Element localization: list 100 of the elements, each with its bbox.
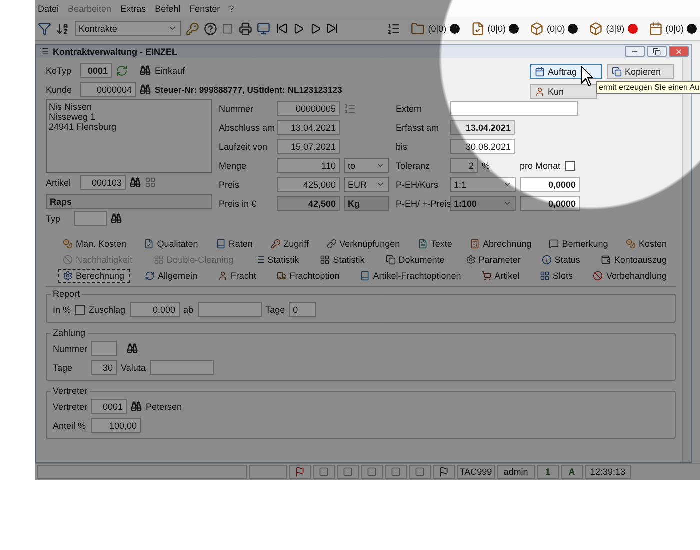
calendar-icon[interactable] xyxy=(648,22,663,36)
binoculars-icon[interactable] xyxy=(111,213,122,224)
tab[interactable]: Berechnung xyxy=(58,269,130,283)
wallet-icon[interactable] xyxy=(601,255,612,265)
person-icon[interactable] xyxy=(218,271,228,281)
tab[interactable]: Qualitäten xyxy=(139,237,204,251)
input-field[interactable]: 425,000 xyxy=(277,177,340,192)
coins-icon[interactable] xyxy=(626,239,636,249)
address-box[interactable]: Nis Nissen Nisseweg 1 24941 Flensburg xyxy=(46,99,212,173)
gear-icon[interactable] xyxy=(466,255,476,265)
menu-item[interactable]: Befehl xyxy=(155,4,181,14)
input-field[interactable]: 13.04.2021 xyxy=(277,120,340,135)
action-button[interactable]: Kun xyxy=(530,84,597,99)
menu-item[interactable]: Datei xyxy=(38,4,60,14)
prohibited-icon[interactable] xyxy=(593,271,604,281)
gear-icon[interactable] xyxy=(63,271,73,281)
calendar-icon[interactable] xyxy=(535,66,545,76)
screen-icon[interactable] xyxy=(257,22,271,36)
sort-icon[interactable] xyxy=(56,22,70,36)
input-field[interactable]: 42,500 xyxy=(277,196,340,211)
last-record-icon[interactable] xyxy=(326,22,339,35)
input-field[interactable]: 0 xyxy=(289,302,316,317)
binoculars-icon[interactable] xyxy=(131,401,142,412)
menu-item[interactable]: ? xyxy=(229,4,234,14)
binoculars-icon[interactable] xyxy=(127,343,138,354)
document-check-icon[interactable] xyxy=(144,239,154,249)
input-field[interactable]: 13.04.2021 xyxy=(450,120,515,135)
box-icon[interactable] xyxy=(530,22,544,36)
input-field[interactable]: 2 xyxy=(450,158,478,173)
tab[interactable]: Kosten xyxy=(620,237,672,251)
copy-icon[interactable] xyxy=(612,66,622,76)
tab[interactable]: Bemerkung xyxy=(544,237,614,251)
input-field[interactable]: 0001 xyxy=(91,399,127,414)
tab[interactable]: Statistik xyxy=(315,253,370,267)
grid-icon[interactable] xyxy=(145,177,156,188)
binoculars-icon[interactable] xyxy=(140,65,151,76)
input-field[interactable] xyxy=(74,211,107,226)
input-field[interactable]: 100,00 xyxy=(91,418,141,433)
person-icon[interactable] xyxy=(535,86,545,96)
tab[interactable]: Artikel xyxy=(476,269,525,283)
restore-button[interactable] xyxy=(647,46,667,57)
input-field[interactable] xyxy=(450,101,578,116)
input-field[interactable]: 000103 xyxy=(80,175,126,190)
tab[interactable]: Raten xyxy=(210,237,258,251)
tab[interactable]: Status xyxy=(536,253,586,267)
input-field[interactable] xyxy=(150,360,214,375)
input-field[interactable] xyxy=(198,302,262,317)
tab[interactable]: Slots xyxy=(535,269,578,283)
module-dropdown[interactable]: Kontrakte xyxy=(74,21,181,36)
folder-icon[interactable] xyxy=(411,22,426,36)
document-icon[interactable] xyxy=(418,239,428,249)
input-field[interactable]: 110 xyxy=(277,158,340,173)
link-icon[interactable] xyxy=(326,239,337,249)
input-field[interactable]: 15.07.2021 xyxy=(277,139,340,154)
next-icon[interactable] xyxy=(310,22,322,34)
previous-icon[interactable] xyxy=(293,22,305,34)
filter-icon[interactable] xyxy=(38,22,52,36)
tab[interactable]: Man. Kosten xyxy=(58,237,132,251)
refresh-icon[interactable] xyxy=(116,64,128,76)
input-field[interactable]: 30 xyxy=(91,360,117,375)
list-icon[interactable] xyxy=(386,22,400,36)
input-field[interactable]: 0000004 xyxy=(80,82,136,97)
clipboard-icon[interactable] xyxy=(470,22,485,36)
info-icon[interactable] xyxy=(542,255,552,265)
unit-dropdown[interactable]: to xyxy=(344,158,389,173)
first-record-icon[interactable] xyxy=(276,22,288,35)
tab[interactable]: Statistik xyxy=(250,253,304,267)
tab[interactable]: Texte xyxy=(412,237,458,251)
ratio-dropdown[interactable]: 1:1 xyxy=(450,177,516,192)
action-button[interactable]: Auftrag xyxy=(530,64,602,79)
tab[interactable]: Dokumente xyxy=(380,253,450,267)
menu-item[interactable]: Extras xyxy=(120,4,146,14)
article-name-field[interactable]: Raps xyxy=(46,194,212,209)
key-icon[interactable] xyxy=(186,22,199,36)
tab[interactable]: Zugriff xyxy=(266,237,314,251)
truck-icon[interactable] xyxy=(276,271,287,281)
input-field[interactable]: 0,000 xyxy=(130,302,180,317)
tab[interactable]: Frachtoption xyxy=(272,269,345,283)
calculator-icon[interactable] xyxy=(470,239,480,249)
tab[interactable]: Allgemein xyxy=(140,269,202,283)
input-field[interactable]: 30.08.2021 xyxy=(450,139,515,154)
minimize-button[interactable] xyxy=(625,46,645,57)
cart-icon[interactable] xyxy=(482,271,492,281)
book-icon[interactable] xyxy=(360,271,370,281)
binoculars-icon[interactable] xyxy=(140,84,151,95)
help-icon[interactable] xyxy=(204,22,218,36)
tab[interactable]: Parameter xyxy=(460,253,526,267)
tab[interactable]: Fracht xyxy=(212,269,262,283)
tab[interactable]: Verknüpfungen xyxy=(322,237,406,251)
input-field[interactable]: 0,0000 xyxy=(520,177,580,192)
menu-item[interactable]: Fenster xyxy=(190,4,220,14)
input-field[interactable]: 0001 xyxy=(80,63,112,78)
book-icon[interactable] xyxy=(216,239,226,249)
coins-icon[interactable] xyxy=(63,239,73,249)
printer-icon[interactable] xyxy=(238,22,252,36)
unit-dropdown[interactable]: EUR xyxy=(344,177,389,192)
tab[interactable]: Kontoauszug xyxy=(596,253,672,267)
binoculars-icon[interactable] xyxy=(130,177,141,188)
arrows-icon[interactable] xyxy=(144,271,155,281)
pages-icon[interactable] xyxy=(386,255,396,265)
